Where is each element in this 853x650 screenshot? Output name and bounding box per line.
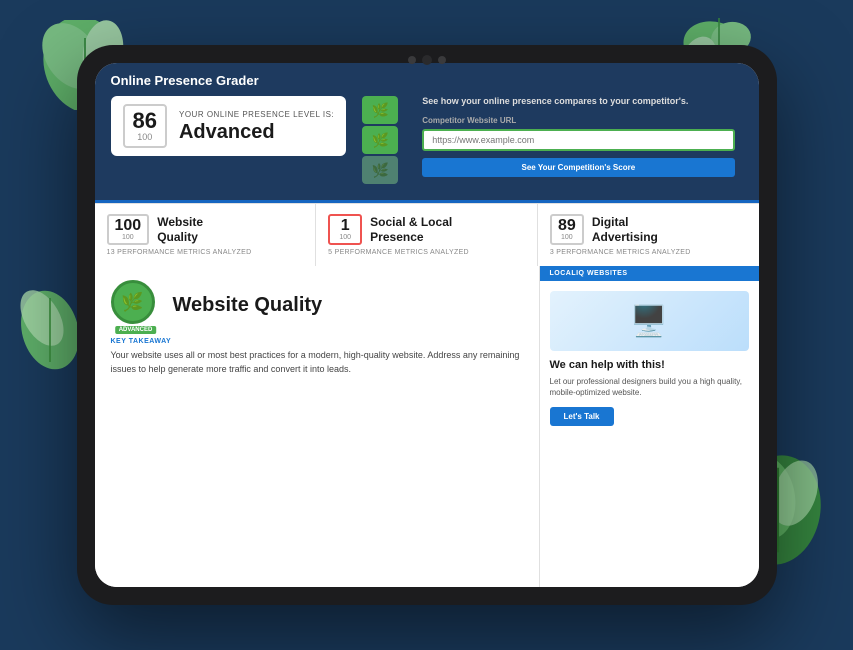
wq-title: Website Quality (173, 294, 323, 317)
competitor-score-button[interactable]: See Your Competition's Score (422, 158, 734, 177)
score-total: 100 (133, 132, 157, 142)
dot-2 (438, 56, 446, 64)
badge-icon: 🌿 ADVANCED (111, 280, 161, 330)
app-title: Online Presence Grader (111, 73, 743, 88)
score-number: 86 (133, 110, 157, 132)
meter-visual: 🌿 🌿 🌿 (362, 96, 398, 184)
tablet-frame: Online Presence Grader 86 100 YOUR ONLIN… (77, 45, 777, 605)
badge-circle: 🌿 (111, 280, 155, 324)
help-visual: 🖥️ (550, 291, 749, 351)
leaf-icon-2: 🌿 (371, 132, 388, 149)
bottom-section: 🌿 ADVANCED Website Quality KEY TAKEAWAY … (95, 266, 759, 587)
competitor-url-label: Competitor Website URL (422, 116, 734, 125)
wq-header: 🌿 ADVANCED Website Quality (111, 280, 523, 330)
metric-digital-ads: 89 100 DigitalAdvertising 3 PERFORMANCE … (538, 204, 759, 266)
metric-da-total: 100 (558, 234, 576, 241)
camera-bar (408, 55, 446, 65)
left-panel: 🌿 ADVANCED Website Quality KEY TAKEAWAY … (95, 266, 539, 587)
metric-wq-total: 100 (115, 234, 142, 241)
badge-label: ADVANCED (115, 326, 157, 334)
meter-top: 🌿 (362, 96, 398, 124)
right-panel-brand: LOCALIQ WEBSITES (540, 266, 759, 281)
meter-mid: 🌿 (362, 126, 398, 154)
score-label-sub: YOUR ONLINE PRESENCE LEVEL IS: (179, 110, 334, 119)
competitor-title: See how your online presence compares to… (422, 96, 734, 108)
metric-social-local: 1 100 Social & LocalPresence 5 PERFORMAN… (316, 204, 538, 266)
metric-sl-score-box: 1 100 (328, 214, 362, 245)
competitor-panel: See how your online presence compares to… (414, 96, 742, 177)
right-panel-body: 🖥️ We can help with this! Let our profes… (540, 281, 759, 587)
metric-wq-row: 100 100 WebsiteQuality (107, 214, 304, 245)
metric-da-row: 89 100 DigitalAdvertising (550, 214, 747, 245)
score-card: 86 100 YOUR ONLINE PRESENCE LEVEL IS: Ad… (111, 96, 347, 156)
app-header: Online Presence Grader 86 100 YOUR ONLIN… (95, 63, 759, 200)
metric-da-name: DigitalAdvertising (592, 215, 658, 244)
metric-sl-name: Social & LocalPresence (370, 215, 452, 244)
score-box: 86 100 (123, 104, 167, 148)
dot-1 (408, 56, 416, 64)
leaf-icon-1: 🌿 (371, 102, 388, 119)
metric-sl-total: 100 (336, 234, 354, 241)
hero-section: 86 100 YOUR ONLINE PRESENCE LEVEL IS: Ad… (111, 96, 743, 200)
metric-wq-sub: 13 PERFORMANCE METRICS ANALYZED (107, 249, 304, 256)
meter-bottom: 🌿 (362, 156, 398, 184)
metric-wq-score-box: 100 100 (107, 214, 150, 245)
monitor-icon: 🖥️ (630, 304, 667, 339)
metric-website-quality: 100 100 WebsiteQuality 13 PERFORMANCE ME… (95, 204, 317, 266)
help-title: We can help with this! (550, 359, 749, 372)
score-label: YOUR ONLINE PRESENCE LEVEL IS: Advanced (179, 110, 334, 143)
key-takeaway-label: KEY TAKEAWAY (111, 338, 523, 345)
key-takeaway-text: Your website uses all or most best pract… (111, 349, 523, 376)
metric-sl-score: 1 (336, 218, 354, 234)
help-desc: Let our professional designers build you… (550, 376, 749, 398)
tablet-screen: Online Presence Grader 86 100 YOUR ONLIN… (95, 63, 759, 587)
metric-da-score-box: 89 100 (550, 214, 584, 245)
metric-sl-row: 1 100 Social & LocalPresence (328, 214, 525, 245)
right-panel: LOCALIQ WEBSITES 🖥️ We can help with thi… (539, 266, 759, 587)
lets-talk-button[interactable]: Let's Talk (550, 407, 614, 426)
metric-da-score: 89 (558, 218, 576, 234)
metric-da-sub: 3 PERFORMANCE METRICS ANALYZED (550, 249, 747, 256)
metric-sl-sub: 5 PERFORMANCE METRICS ANALYZED (328, 249, 525, 256)
score-level: Advanced (179, 121, 334, 143)
metric-wq-name: WebsiteQuality (157, 215, 203, 244)
leaf-icon-3: 🌿 (371, 162, 388, 179)
metrics-bar: 100 100 WebsiteQuality 13 PERFORMANCE ME… (95, 203, 759, 266)
app-content: Online Presence Grader 86 100 YOUR ONLIN… (95, 63, 759, 587)
camera-dot (422, 55, 432, 65)
competitor-url-input[interactable] (422, 129, 734, 151)
metric-wq-score: 100 (115, 218, 142, 234)
badge-leaf-icon: 🌿 (121, 292, 143, 313)
